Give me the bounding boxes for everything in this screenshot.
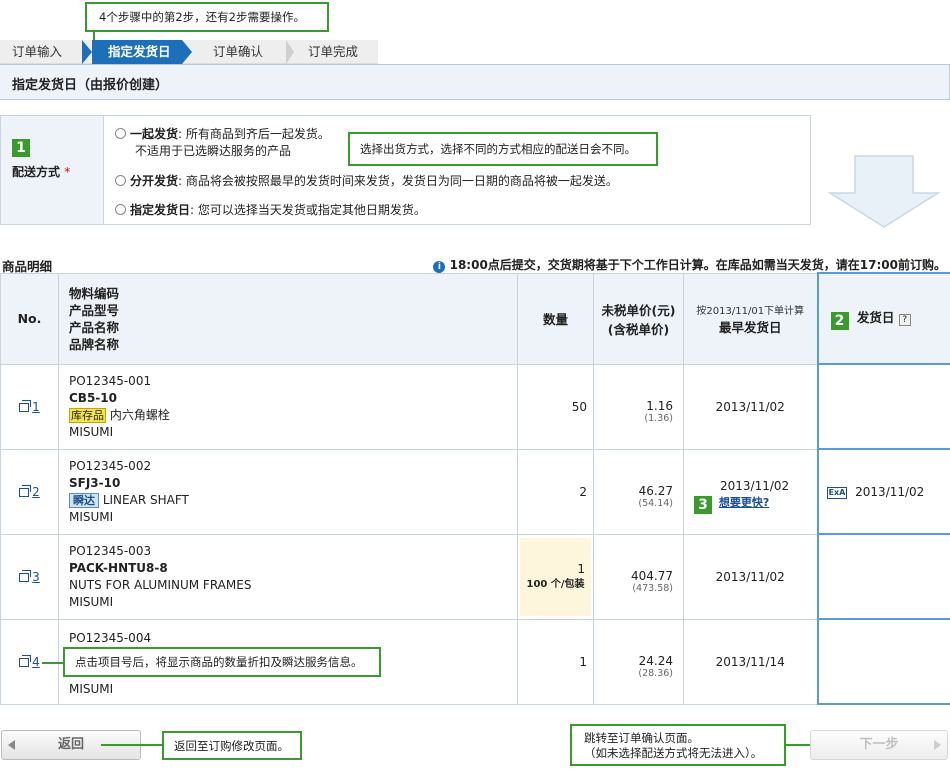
option-together[interactable]: 一起发货: 所有商品到齐后一起发货。 bbox=[115, 125, 330, 142]
radio-separate[interactable] bbox=[115, 175, 126, 186]
row-no-cell: 1 bbox=[0, 363, 59, 450]
details-notice: i 18:00点后提交，交货期将基于下个工作日计算。在库品如需当天发货，请在17… bbox=[433, 256, 946, 273]
table-row: 2 PO12345-002 SFJ3-10 瞬达 LINEAR SHAFT MI… bbox=[0, 448, 950, 535]
price-cell: 404.77 (473.58) bbox=[593, 533, 684, 620]
step-order-confirm: 订单确认 bbox=[213, 44, 264, 59]
want-faster-link[interactable]: 想要更快? bbox=[719, 496, 769, 509]
product-name: NUTS FOR ALUMINUM FRAMES bbox=[69, 577, 252, 592]
back-tip-line bbox=[101, 744, 163, 746]
brand-name: MISUMI bbox=[69, 424, 114, 439]
item-no-tip-callout: 点击项目号后，将显示商品的数量折扣及瞬达服务信息。 bbox=[63, 647, 381, 677]
shipping-method-section: 1 配送方式 * 一起发货: 所有商品到齐后一起发货。 不适用于已选瞬达服务的产… bbox=[0, 115, 811, 225]
product-name-line: 库存品 内六角螺栓 bbox=[69, 407, 170, 423]
next-button[interactable]: 下一步 bbox=[810, 730, 948, 760]
material-code: PO12345-001 bbox=[69, 373, 152, 388]
step-chevron-icon bbox=[182, 40, 192, 64]
header-earliest-date: 按2013/11/01下单计算 最早发货日 bbox=[683, 272, 818, 365]
ship-date-cell bbox=[816, 533, 950, 620]
qty-cell: 1 bbox=[517, 618, 594, 705]
qty-cell: 1 100 个/包装 bbox=[517, 533, 594, 620]
popup-window-icon bbox=[19, 569, 32, 582]
arrow-left-icon bbox=[8, 740, 15, 750]
ship-date-cell: ExA 2013/11/02 bbox=[816, 448, 950, 535]
step-chevron-icon bbox=[82, 40, 92, 64]
shipping-method-label-cell: 1 配送方式 * bbox=[1, 116, 104, 224]
price-cell: 1.16 (1.36) bbox=[593, 363, 684, 450]
material-code: PO12345-003 bbox=[69, 543, 152, 558]
product-info-cell: PO12345-002 SFJ3-10 瞬达 LINEAR SHAFT MISU… bbox=[58, 448, 518, 535]
item-no-link[interactable]: 2 bbox=[32, 485, 40, 499]
arrow-right-icon bbox=[934, 740, 941, 750]
stock-tag: 库存品 bbox=[69, 407, 106, 423]
step-tip-text: 4个步骤中的第2步，还有2步需要操作。 bbox=[99, 10, 305, 24]
page-title: 指定发货日（由报价创建） bbox=[12, 78, 169, 93]
earliest-date-cell: 2013/11/02 bbox=[683, 533, 818, 620]
back-tip-callout: 返回至订购修改页面。 bbox=[162, 731, 302, 760]
radio-specify-date[interactable] bbox=[115, 204, 126, 215]
price-cell: 46.27 (54.14) bbox=[593, 448, 684, 535]
brand-name: MISUMI bbox=[69, 681, 114, 696]
required-mark: * bbox=[64, 165, 71, 179]
product-model: CB5-10 bbox=[69, 390, 117, 405]
table-header-row: No. 物料编码 产品型号 产品名称 品牌名称 数量 未税单价(元) (含税单价… bbox=[0, 272, 950, 365]
row-no-cell: 2 bbox=[0, 448, 59, 535]
earliest-date-cell: 2013/11/14 bbox=[683, 618, 818, 705]
item-no-link[interactable]: 1 bbox=[32, 400, 40, 414]
product-model: SFJ3-10 bbox=[69, 475, 121, 490]
product-info-cell: PO12345-003 PACK-HNTU8-8 NUTS FOR ALUMIN… bbox=[58, 533, 518, 620]
next-tip-line bbox=[786, 744, 812, 746]
header-ship-date: 2 发货日 ? bbox=[816, 272, 950, 365]
popup-window-icon bbox=[19, 654, 32, 667]
product-name-line: 瞬达 LINEAR SHAFT bbox=[69, 492, 517, 509]
step-order-complete: 订单完成 bbox=[308, 44, 359, 59]
items-table: No. 物料编码 产品型号 产品名称 品牌名称 数量 未税单价(元) (含税单价… bbox=[0, 272, 950, 705]
table-row: 3 PO12345-003 PACK-HNTU8-8 NUTS FOR ALUM… bbox=[0, 533, 950, 620]
popup-window-icon bbox=[19, 484, 32, 497]
brand-name: MISUMI bbox=[69, 509, 114, 524]
next-tip-callout: 跳转至订单确认页面。 （如未选择配送方式将无法进入）。 bbox=[570, 724, 786, 766]
shipping-method-label: 配送方式 * bbox=[12, 165, 71, 179]
header-no: No. bbox=[0, 272, 59, 365]
step-number-badge: 3 bbox=[694, 496, 712, 514]
option-specify-date[interactable]: 指定发货日: 您可以选择当天发货或指定其他日期发货。 bbox=[115, 201, 426, 218]
step-tip-callout: 4个步骤中的第2步，还有2步需要操作。 bbox=[85, 2, 329, 32]
step-order-input: 订单输入 bbox=[12, 44, 63, 59]
option-together-note: 不适用于已选瞬达服务的产品 bbox=[135, 144, 292, 158]
ship-date-cell bbox=[816, 618, 950, 705]
header-qty: 数量 bbox=[517, 272, 594, 365]
help-icon[interactable]: ? bbox=[898, 314, 911, 326]
progress-steps: 订单输入 指定发货日 订单确认 订单完成 bbox=[0, 40, 378, 64]
table-row: 1 PO12345-001 CB5-10 库存品 内六角螺栓 MISUMI 50… bbox=[0, 363, 950, 450]
express-icon: ExA bbox=[826, 486, 848, 499]
product-info-cell: PO12345-001 CB5-10 库存品 内六角螺栓 MISUMI bbox=[58, 363, 518, 450]
ship-date-cell bbox=[816, 363, 950, 450]
header-price: 未税单价(元) (含税单价) bbox=[593, 272, 684, 365]
step-number-badge: 2 bbox=[830, 312, 849, 330]
earliest-date-cell: 2013/11/02 3 想要更快? bbox=[683, 448, 818, 535]
page-header: 指定发货日（由报价创建） bbox=[0, 64, 950, 100]
material-code: PO12345-004 bbox=[69, 630, 152, 645]
qty-pack-box: 1 100 个/包装 bbox=[520, 537, 591, 616]
down-arrow-icon bbox=[828, 155, 940, 228]
material-code: PO12345-002 bbox=[69, 458, 152, 473]
item-no-tip-line bbox=[42, 662, 64, 664]
price-cell: 24.24 (28.36) bbox=[593, 618, 684, 705]
product-model: PACK-HNTU8-8 bbox=[69, 560, 168, 575]
shipping-tip-callout: 选择出货方式，选择不同的方式相应的配送日会不同。 bbox=[348, 132, 658, 166]
earliest-date-cell: 2013/11/02 bbox=[683, 363, 818, 450]
brand-name: MISUMI bbox=[69, 594, 114, 609]
step-number-badge: 1 bbox=[12, 139, 30, 157]
qty-cell: 50 bbox=[517, 363, 594, 450]
fast-delivery-tag: 瞬达 bbox=[69, 492, 99, 508]
radio-together[interactable] bbox=[115, 128, 126, 139]
option-separate[interactable]: 分开发货: 商品将会被按照最早的发货时间来发货，发货日为同一日期的商品将被一起发… bbox=[115, 172, 618, 189]
step-chevron-icon bbox=[286, 40, 294, 64]
row-no-cell: 3 bbox=[0, 533, 59, 620]
item-no-link[interactable]: 3 bbox=[32, 570, 40, 584]
header-product: 物料编码 产品型号 产品名称 品牌名称 bbox=[58, 272, 518, 365]
step-shipping-date: 指定发货日 bbox=[92, 40, 182, 64]
item-no-link[interactable]: 4 bbox=[32, 655, 40, 669]
popup-window-icon bbox=[19, 399, 32, 412]
qty-cell: 2 bbox=[517, 448, 594, 535]
